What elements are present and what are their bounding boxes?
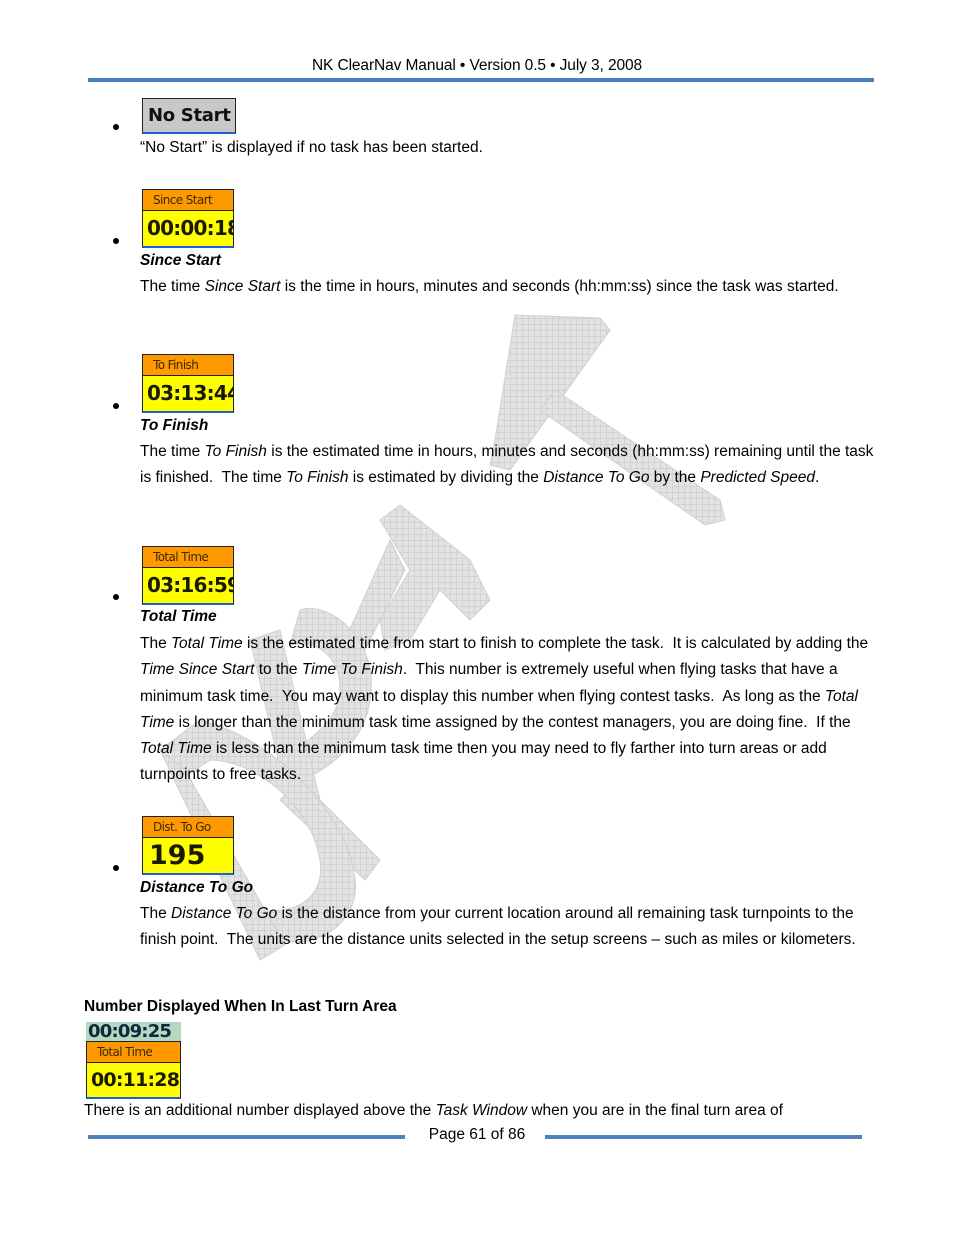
widget-value: 03:13:44 bbox=[143, 376, 233, 411]
bullet-icon bbox=[113, 594, 119, 600]
last-turn-area-widget: 00:09:25 Total Time 00:11:28 bbox=[86, 1022, 181, 1099]
footer-rule-right bbox=[545, 1135, 862, 1139]
widget-label: Total Time bbox=[87, 1042, 180, 1063]
term-heading: Since Start bbox=[140, 252, 221, 269]
emphasis-text: Distance To Go bbox=[543, 469, 650, 487]
no-start-description: “No Start” is displayed if no task has b… bbox=[140, 139, 483, 156]
widget-label: Total Time bbox=[143, 547, 233, 568]
term-description: The Distance To Go is the distance from … bbox=[140, 905, 856, 949]
bullet-icon bbox=[113, 865, 119, 871]
section-heading: Number Displayed When In Last Turn Area bbox=[84, 998, 397, 1015]
emphasis-text: Time To Finish bbox=[301, 661, 403, 679]
bullet-icon bbox=[113, 403, 119, 409]
emphasis-text: Time Since Start bbox=[140, 661, 255, 679]
emphasis-text: Predicted Speed bbox=[700, 469, 815, 487]
widget-value: 195 bbox=[143, 838, 233, 873]
since-start-widget: Since Start 00:00:18 bbox=[142, 189, 234, 248]
term-heading: Total Time bbox=[140, 608, 217, 625]
emphasis-text: Since Start bbox=[204, 278, 281, 295]
running-header: NK ClearNav Manual • Version 0.5 • July … bbox=[311, 57, 643, 74]
emphasis-text: Total Time bbox=[140, 687, 858, 731]
emphasis-text: Distance To Go bbox=[171, 905, 278, 922]
widget-label: To Finish bbox=[143, 355, 233, 376]
emphasis-text: Total Time bbox=[171, 635, 243, 652]
last-turn-area-paragraph: There is an additional number displayed … bbox=[84, 1102, 783, 1119]
term-heading: To Finish bbox=[140, 417, 209, 434]
bullet-icon bbox=[113, 124, 119, 130]
extra-time-value: 00:09:25 bbox=[86, 1022, 181, 1041]
term-description: The time To Finish is the estimated time… bbox=[140, 443, 874, 487]
widget-label: Dist. To Go bbox=[143, 817, 233, 838]
total-time-widget: Total Time 00:11:28 bbox=[86, 1041, 181, 1099]
no-start-widget: No Start bbox=[142, 98, 236, 134]
widget-value: 00:00:18 bbox=[143, 211, 233, 246]
term-heading: Distance To Go bbox=[140, 879, 254, 896]
emphasis-text: To Finish bbox=[286, 469, 349, 487]
to-finish-widget: To Finish 03:13:44 bbox=[142, 354, 234, 413]
widget-label: Since Start bbox=[143, 190, 233, 211]
emphasis-text: To Finish bbox=[204, 443, 267, 460]
header-rule bbox=[88, 78, 874, 82]
emphasis-text: Task Window bbox=[435, 1102, 528, 1119]
widget-value: 03:16:59 bbox=[143, 568, 233, 603]
term-description: The time Since Start is the time in hour… bbox=[140, 278, 839, 295]
term-description: The Total Time is the estimated time fro… bbox=[140, 635, 869, 784]
distance-to-go-widget: Dist. To Go 195 bbox=[142, 816, 234, 875]
emphasis-text: Total Time bbox=[140, 740, 212, 758]
widget-value: 00:11:28 bbox=[87, 1063, 180, 1097]
total-time-widget: Total Time 03:16:59 bbox=[142, 546, 234, 605]
bullet-icon bbox=[113, 238, 119, 244]
